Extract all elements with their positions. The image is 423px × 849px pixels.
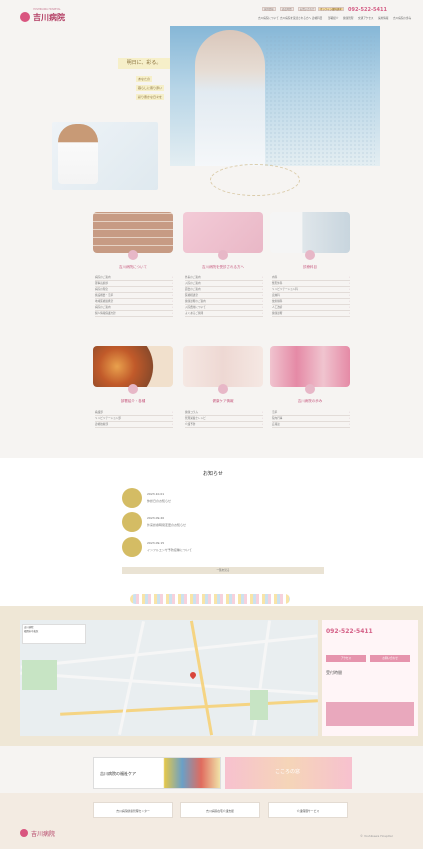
- hero-sub-line-2: 暮らしに寄り添い: [136, 85, 165, 91]
- section-title-departments[interactable]: 診療科目: [270, 265, 350, 270]
- access-phone[interactable]: 092-522-5411: [326, 628, 373, 635]
- footer-button-health-center[interactable]: 吉川病院健康管理センター: [93, 802, 173, 818]
- nav-departments[interactable]: 診療科目: [312, 16, 322, 20]
- logo-name[interactable]: 吉川病院: [33, 12, 65, 23]
- card-icon-about: [128, 250, 138, 260]
- news-date: 2023.09.20: [147, 516, 165, 520]
- news-title: お知らせ: [203, 471, 223, 477]
- map-info-box: 吉川病院 福岡市中央区: [22, 624, 86, 644]
- news-item-link[interactable]: 外来診療時間変更のお知らせ: [147, 523, 186, 527]
- footer-logo-name[interactable]: 吉川病院: [31, 829, 55, 838]
- card-icon-patients: [218, 250, 228, 260]
- card-image-history[interactable]: [270, 346, 350, 387]
- news-item-link[interactable]: 休診日のお知らせ: [147, 499, 171, 503]
- card-icon-health: [218, 384, 228, 394]
- map-pin-icon[interactable]: [188, 670, 198, 680]
- hours-calendar: [326, 702, 414, 726]
- banner-kokoro-label: こころの窓: [275, 769, 301, 775]
- map-park: [250, 690, 268, 720]
- news-section: [0, 458, 423, 608]
- nav-about[interactable]: 吉川病院について: [258, 16, 279, 20]
- nav-recruit[interactable]: 採用情報: [378, 16, 388, 20]
- hero-flower-ribbon: [210, 164, 300, 196]
- banner-welfare-label: 吉川病院の福祉ケア: [100, 771, 136, 776]
- link-list-patients: 外来のご案内 入院のご案内 面会のご案内 医療相談室 健康診断のご案内 入院費用…: [185, 275, 263, 317]
- news-date: 2023.10.01: [147, 492, 165, 496]
- footer-button-care-service[interactable]: 介護保険サービス: [268, 802, 348, 818]
- hero-sub-line-1: あなたの: [136, 76, 153, 82]
- card-icon-history: [305, 384, 315, 394]
- flower-divider: [130, 594, 290, 604]
- nav-access[interactable]: 交通アクセス: [358, 16, 373, 20]
- hours-label: 受付時間: [326, 670, 342, 675]
- link-list-history: 沿革 院内行事 広報誌: [272, 410, 350, 428]
- hero-figure: [195, 30, 265, 166]
- card-image-patients[interactable]: [183, 212, 263, 253]
- map-park: [22, 660, 57, 690]
- card-image-health[interactable]: [183, 346, 263, 387]
- link-list-health: 健康コラム 管理栄養士レシピ 介護予防: [185, 410, 263, 428]
- nav-history[interactable]: 吉川病院の歩み: [393, 16, 411, 20]
- nav-patients[interactable]: 吉川病院を受診される方へ: [280, 16, 311, 20]
- footer-logo-icon[interactable]: [20, 829, 28, 837]
- util-link-request[interactable]: オンライン資料請求: [318, 7, 344, 11]
- util-link-visiting[interactable]: 面会時間: [280, 7, 294, 11]
- news-more-button[interactable]: 一覧を見る: [122, 567, 324, 574]
- link-list-departments: 内科 整形外科 リハビリテーション科 皮膚科 放射線科 人工透析 健康診断: [272, 275, 350, 317]
- link-list-divisions: 看護部 リハビリテーション部 診療技術部: [95, 410, 173, 428]
- section-title-history[interactable]: 吉川病院の歩み: [270, 399, 350, 404]
- map-road: [20, 671, 318, 696]
- link-list-about: 病院のご案内 理事長挨拶 病院の理念 施設概要・沿革 地域医療連携室 病院のご案…: [95, 275, 173, 317]
- section-title-health[interactable]: 健康ケア情報: [183, 399, 263, 404]
- logo-icon[interactable]: [20, 12, 30, 22]
- hero-catchphrase: 明日に、彩る。: [118, 58, 170, 69]
- contact-button[interactable]: お問い合わせ: [370, 655, 410, 662]
- util-link-contact[interactable]: お問い合わせ: [298, 7, 317, 11]
- nav-health[interactable]: 健康管理: [343, 16, 353, 20]
- access-button[interactable]: アクセス: [326, 655, 366, 662]
- nav-divisions[interactable]: 部署紹介: [328, 16, 338, 20]
- card-image-departments[interactable]: [270, 212, 350, 253]
- map-info-address: 福岡市中央区: [24, 629, 39, 633]
- section-title-about[interactable]: 吉川病院について: [93, 265, 173, 270]
- hero-dot-pattern: [265, 35, 375, 165]
- util-link-recruit[interactable]: 採用情報: [262, 7, 276, 11]
- hero-staff-person: [58, 124, 98, 184]
- news-item-link[interactable]: インフルエンザ予防接種について: [147, 548, 192, 552]
- card-icon-departments: [305, 250, 315, 260]
- map-road: [60, 699, 318, 716]
- news-badge-icon: [122, 537, 142, 557]
- card-image-divisions[interactable]: [93, 346, 173, 387]
- news-date: 2023.09.15: [147, 541, 165, 545]
- banner-welfare[interactable]: 吉川病院の福祉ケア: [93, 757, 221, 789]
- list-item[interactable]: 個人情報保護方針: [95, 311, 173, 317]
- section-title-divisions[interactable]: 部署紹介・各種: [93, 399, 173, 404]
- section-title-patients[interactable]: 吉川病院を受診される方へ: [183, 265, 263, 270]
- banner-kokoro[interactable]: こころの窓: [225, 757, 352, 789]
- list-item[interactable]: 広報誌: [272, 422, 350, 428]
- list-item[interactable]: 健康診断: [272, 311, 350, 317]
- news-badge-icon: [122, 488, 142, 508]
- card-icon-divisions: [128, 384, 138, 394]
- logo-subtitle: YOSHIKAWA HOSPITAL: [33, 8, 61, 11]
- footer-button-home-care[interactable]: 吉川病院在宅介護支援: [180, 802, 260, 818]
- list-item[interactable]: 介護予防: [185, 422, 263, 428]
- list-item[interactable]: 診療技術部: [95, 422, 173, 428]
- news-badge-icon: [122, 512, 142, 532]
- page-root: YOSHIKAWA HOSPITAL 吉川病院 採用情報 面会時間 お問い合わせ…: [0, 0, 423, 849]
- list-item[interactable]: よくあるご質問: [185, 311, 263, 317]
- footer-copyright: © Yoshikawa Hospital: [360, 834, 393, 838]
- card-image-about[interactable]: [93, 212, 173, 253]
- hero-sub-line-3: 彩り豊かな日々を: [136, 94, 165, 100]
- header-phone[interactable]: 092-522-5411: [348, 7, 387, 13]
